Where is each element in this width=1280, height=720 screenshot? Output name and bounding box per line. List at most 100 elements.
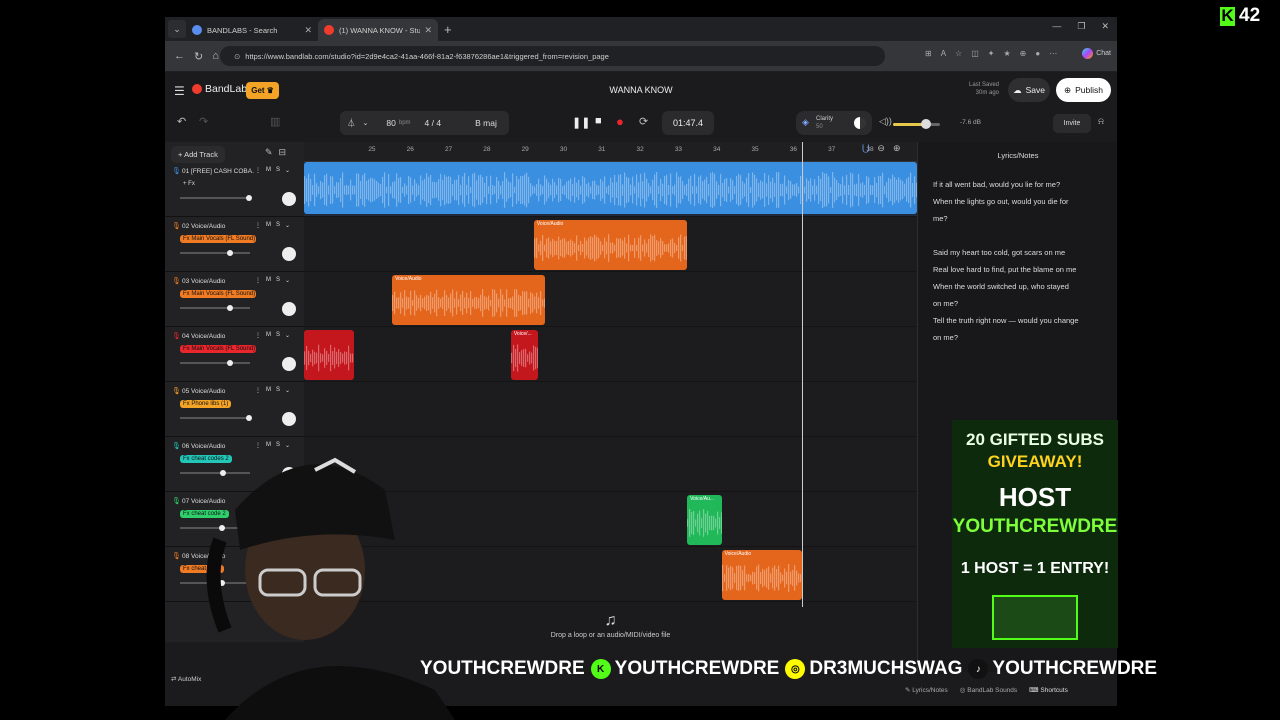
track-lane[interactable]: [304, 382, 917, 437]
fit-view-icon[interactable]: ⊟: [279, 147, 287, 158]
mute-button[interactable]: M: [266, 167, 271, 174]
favorites-icon[interactable]: ★: [1003, 49, 1010, 58]
notification-bell-icon[interactable]: ⍾: [1098, 116, 1104, 127]
track-header[interactable]: 🎙 05 Voice/Audio Fx Phone libs (1) ⋮ M S ⌄: [165, 382, 304, 437]
track-volume-slider[interactable]: [180, 250, 250, 256]
more-options-icon[interactable]: ⋮: [255, 387, 261, 394]
volume-knob[interactable]: [227, 305, 234, 311]
zoom-out-icon[interactable]: ⊖: [877, 143, 885, 154]
fx-chip[interactable]: + Fx: [180, 180, 198, 188]
pencil-tool-icon[interactable]: ✎: [265, 147, 273, 158]
back-icon[interactable]: ←: [174, 50, 185, 62]
track-header[interactable]: 🎙 02 Voice/Audio Fx Main Vocals (FL Sound)…: [165, 217, 304, 272]
more-menu-icon[interactable]: ⋯: [1049, 49, 1057, 58]
solo-button[interactable]: S: [276, 332, 280, 339]
extensions-icon[interactable]: ✦: [988, 49, 995, 58]
track-name[interactable]: 04 Voice/Audio: [182, 333, 254, 340]
new-tab-icon[interactable]: +: [444, 22, 452, 37]
close-tab-icon[interactable]: ✕: [304, 25, 312, 36]
tab-search-icon[interactable]: ⌄: [168, 20, 186, 38]
pan-knob[interactable]: [282, 357, 296, 371]
track-volume-slider[interactable]: [180, 305, 250, 311]
read-aloud-icon[interactable]: A: [941, 49, 946, 58]
track-volume-slider[interactable]: [180, 195, 252, 201]
track-header[interactable]: 🎙 04 Voice/Audio Fx Main Vocals (FL Sound)…: [165, 327, 304, 382]
metronome-icon[interactable]: ⏃: [347, 117, 356, 129]
solo-button[interactable]: S: [276, 277, 280, 284]
solo-button[interactable]: S: [276, 222, 280, 229]
reload-icon[interactable]: ↻: [194, 50, 203, 63]
tab-studio[interactable]: (1) WANNA KNOW - Studio ✕: [318, 19, 438, 41]
master-volume-knob[interactable]: [920, 119, 931, 129]
audio-clip[interactable]: Voice/Audio: [392, 275, 546, 325]
track-header[interactable]: 🎙 01 [FREE] CASH COBA... + Fx ⋮ M S ⌄: [165, 162, 304, 217]
tempo-value[interactable]: 80: [386, 118, 395, 128]
mute-button[interactable]: M: [266, 387, 271, 394]
track-header[interactable]: 🎙 03 Voice/Audio Fx Main Vocals (FL Sound)…: [165, 272, 304, 327]
track-name[interactable]: 05 Voice/Audio: [182, 388, 254, 395]
track-name[interactable]: 01 [FREE] CASH COBA...: [182, 168, 254, 175]
publish-button[interactable]: ⊕ Publish: [1056, 78, 1111, 102]
more-options-icon[interactable]: ⋮: [255, 277, 261, 284]
pan-knob[interactable]: [282, 247, 296, 261]
split-screen-icon[interactable]: ◫: [971, 49, 979, 58]
stop-icon[interactable]: ■: [595, 115, 602, 127]
lyrics-text[interactable]: If it all went bad, would you lie for me…: [933, 176, 1098, 346]
maximize-icon[interactable]: ❐: [1077, 21, 1085, 32]
mute-button[interactable]: M: [266, 222, 271, 229]
solo-button[interactable]: S: [276, 167, 280, 174]
fx-chip[interactable]: Fx Main Vocals (FL Sound): [180, 345, 256, 353]
audio-clip[interactable]: Voice/Au...: [687, 495, 722, 545]
time-signature[interactable]: 4 / 4: [425, 118, 442, 128]
volume-knob[interactable]: [245, 195, 252, 201]
mute-button[interactable]: M: [266, 277, 271, 284]
audio-clip[interactable]: [304, 162, 917, 214]
clarity-control[interactable]: ◈ Clarity 50: [796, 111, 872, 135]
tab-bandlabs-search[interactable]: BANDLABS - Search ✕: [186, 19, 318, 41]
volume-knob[interactable]: [227, 250, 234, 256]
volume-knob[interactable]: [227, 360, 234, 366]
pause-icon[interactable]: ❚❚: [572, 116, 590, 129]
audio-clip[interactable]: Voice/Audio: [721, 550, 803, 600]
copilot-chat-button[interactable]: Chat: [1082, 48, 1111, 59]
chevron-down-icon[interactable]: ⌄: [285, 277, 290, 284]
key-selector[interactable]: B maj: [463, 111, 509, 135]
shortcuts-tab[interactable]: ⌨ Shortcuts: [1029, 686, 1068, 694]
speaker-icon[interactable]: ◁)): [879, 116, 892, 127]
lyrics-notes-tab[interactable]: ✎ Lyrics/Notes: [905, 686, 948, 694]
record-icon[interactable]: ●: [616, 114, 624, 129]
master-volume-slider[interactable]: [893, 119, 940, 129]
close-tab-icon[interactable]: ✕: [424, 25, 432, 36]
chevron-down-icon[interactable]: ⌄: [363, 119, 369, 127]
audio-clip[interactable]: Voice/Audio: [533, 220, 688, 270]
undo-icon[interactable]: ↶: [177, 115, 186, 128]
pan-knob[interactable]: [282, 302, 296, 316]
mute-button[interactable]: M: [266, 332, 271, 339]
volume-knob[interactable]: [245, 415, 252, 421]
add-track-button[interactable]: + Add Track: [171, 146, 225, 163]
minimize-icon[interactable]: —: [1052, 21, 1061, 32]
site-info-icon[interactable]: ⊙: [234, 52, 240, 61]
save-button[interactable]: ☁ Save: [1008, 78, 1050, 102]
chevron-down-icon[interactable]: ⌄: [285, 222, 290, 229]
chevron-down-icon[interactable]: ⌄: [285, 387, 290, 394]
install-app-icon[interactable]: ⊞: [925, 49, 932, 58]
favorite-star-icon[interactable]: ☆: [955, 49, 962, 58]
loop-icon[interactable]: ⟳: [639, 115, 648, 128]
chevron-down-icon[interactable]: ⌄: [285, 332, 290, 339]
audio-clip[interactable]: [304, 330, 354, 380]
contrast-toggle-icon[interactable]: [854, 117, 866, 129]
more-options-icon[interactable]: ⋮: [255, 167, 261, 174]
fx-chip[interactable]: Fx Phone libs (1): [180, 400, 232, 408]
chevron-down-icon[interactable]: ⌄: [285, 167, 290, 174]
home-icon[interactable]: ⌂: [212, 50, 219, 62]
redo-icon[interactable]: ↷: [199, 115, 208, 128]
pan-knob[interactable]: [282, 412, 296, 426]
fx-chip[interactable]: Fx Main Vocals (FL Sound): [180, 290, 256, 298]
bandlab-sounds-tab[interactable]: ◎ BandLab Sounds: [960, 686, 1017, 694]
close-window-icon[interactable]: ✕: [1101, 21, 1109, 32]
track-volume-slider[interactable]: [180, 360, 250, 366]
url-field[interactable]: ⊙ https://www.bandlab.com/studio?id=2d9e…: [220, 46, 885, 66]
track-volume-slider[interactable]: [180, 415, 252, 421]
solo-button[interactable]: S: [276, 387, 280, 394]
